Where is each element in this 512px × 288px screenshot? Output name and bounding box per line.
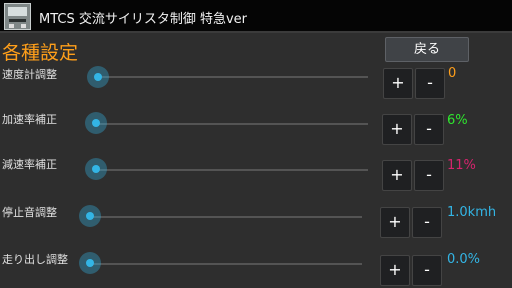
start-motion-adjust-slider-thumb[interactable] — [79, 252, 101, 274]
train-panel-icon — [4, 3, 31, 30]
stop-sound-adjust-plus-button[interactable]: + — [380, 207, 410, 238]
speedometer-adjust-slider-thumb[interactable] — [87, 66, 109, 88]
page-title: 各種設定 — [2, 42, 79, 64]
back-button[interactable]: 戻る — [385, 37, 469, 62]
speedometer-adjust-plus-button[interactable]: + — [383, 68, 413, 99]
deceleration-correction-slider[interactable] — [96, 169, 368, 171]
acceleration-correction-plus-button[interactable]: + — [382, 114, 412, 145]
deceleration-correction-minus-button[interactable]: - — [414, 160, 444, 191]
stop-sound-adjust-slider[interactable] — [90, 216, 362, 218]
deceleration-correction-plus-button[interactable]: + — [382, 160, 412, 191]
speedometer-adjust-slider[interactable] — [98, 76, 368, 78]
title-bar: MTCS 交流サイリスタ制御 特急ver — [0, 0, 512, 33]
deceleration-correction-label: 減速率補正 — [2, 158, 57, 171]
speedometer-adjust-minus-button[interactable]: - — [415, 68, 445, 99]
start-motion-adjust-value: 0.0% — [447, 252, 481, 267]
stop-sound-adjust-slider-thumb[interactable] — [79, 205, 101, 227]
app-title: MTCS 交流サイリスタ制御 特急ver — [39, 12, 248, 27]
speedometer-adjust-value: 0 — [448, 66, 457, 81]
start-motion-adjust-slider[interactable] — [90, 263, 362, 265]
start-motion-adjust-plus-button[interactable]: + — [380, 255, 410, 286]
stop-sound-adjust-label: 停止音調整 — [2, 206, 57, 219]
acceleration-correction-minus-button[interactable]: - — [414, 114, 444, 145]
stop-sound-adjust-value: 1.0kmh — [447, 205, 497, 220]
deceleration-correction-value: 11% — [447, 158, 476, 173]
acceleration-correction-slider[interactable] — [96, 123, 368, 125]
deceleration-correction-slider-thumb[interactable] — [85, 158, 107, 180]
start-motion-adjust-minus-button[interactable]: - — [412, 255, 442, 286]
speedometer-adjust-label: 速度計調整 — [2, 68, 57, 81]
acceleration-correction-value: 6% — [447, 113, 468, 128]
acceleration-correction-label: 加速率補正 — [2, 113, 57, 126]
acceleration-correction-slider-thumb[interactable] — [85, 112, 107, 134]
start-motion-adjust-label: 走り出し調整 — [2, 253, 68, 266]
stop-sound-adjust-minus-button[interactable]: - — [412, 207, 442, 238]
